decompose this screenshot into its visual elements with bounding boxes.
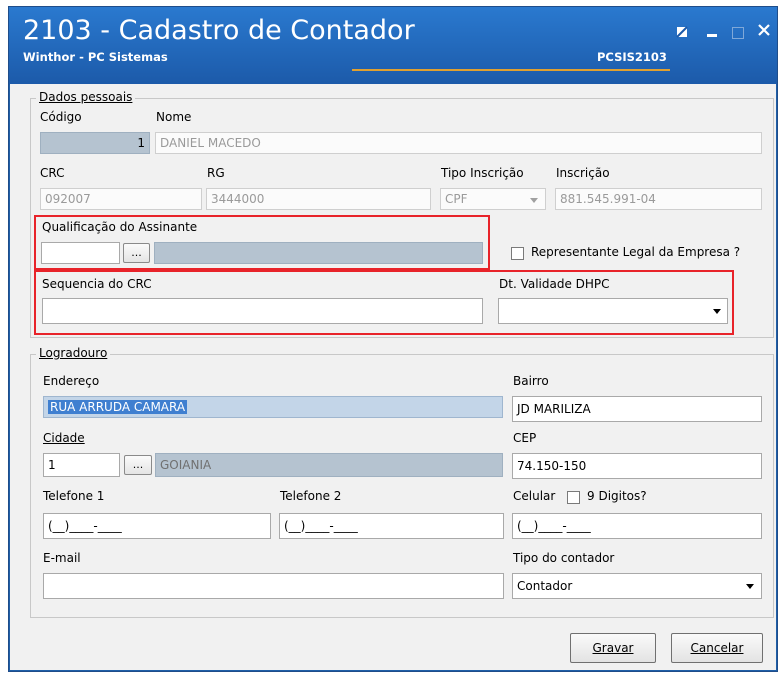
email-field[interactable] xyxy=(43,573,504,599)
close-icon[interactable] xyxy=(757,22,771,38)
endereco-label: Endereço xyxy=(43,374,100,388)
cancelar-label: Cancelar xyxy=(690,641,744,655)
qualificacao-label: Qualificação do Assinante xyxy=(42,220,198,234)
cidade-lookup-button[interactable]: ... xyxy=(124,455,152,475)
cidade-label: Cidade xyxy=(43,431,85,445)
telefone2-label: Telefone 2 xyxy=(280,489,342,503)
inscricao-label: Inscrição xyxy=(556,166,610,180)
chevron-down-icon[interactable] xyxy=(713,309,721,314)
representante-checkbox[interactable] xyxy=(511,247,524,260)
celular-field[interactable]: (__)____-____ xyxy=(512,513,762,539)
representante-label: Representante Legal da Empresa ? xyxy=(531,245,741,259)
gravar-label: Gravar xyxy=(592,641,634,655)
telefone1-field[interactable]: (__)____-____ xyxy=(43,513,271,539)
sequencia-crc-label: Sequencia do CRC xyxy=(42,277,152,291)
gravar-button[interactable]: Gravar xyxy=(570,633,656,663)
tipo-inscricao-value: CPF xyxy=(445,192,468,206)
chevron-down-icon[interactable] xyxy=(530,198,538,203)
dt-validade-select[interactable] xyxy=(498,298,728,324)
cidade-name-field[interactable]: GOIANIA xyxy=(155,453,503,477)
window-subtitle: Winthor - PC Sistemas xyxy=(23,50,168,64)
sequencia-crc-field[interactable] xyxy=(42,298,483,324)
logradouro-legend: Logradouro xyxy=(36,346,111,360)
telefone2-field[interactable]: (__)____-____ xyxy=(279,513,504,539)
celular-label: Celular xyxy=(513,489,556,503)
chevron-down-icon[interactable] xyxy=(746,584,754,589)
codigo-label: Código xyxy=(40,110,82,124)
maximize-icon[interactable] xyxy=(732,27,744,39)
dados-pessoais-legend: Dados pessoais xyxy=(36,90,136,104)
routine-code: PCSIS2103 xyxy=(597,50,667,64)
endereco-field[interactable]: RUA ARRUDA CAMARA xyxy=(43,396,503,418)
crc-label: CRC xyxy=(40,166,65,180)
endereco-value: RUA ARRUDA CAMARA xyxy=(48,400,188,414)
tipo-contador-select[interactable]: Contador xyxy=(512,573,762,599)
cep-field[interactable]: 74.150-150 xyxy=(512,453,762,479)
qualificacao-code-field[interactable] xyxy=(41,242,120,264)
nove-digitos-checkbox[interactable] xyxy=(567,491,580,504)
title-accent-line xyxy=(352,69,670,71)
minimize-icon[interactable] xyxy=(707,34,717,37)
bairro-field[interactable]: JD MARILIZA xyxy=(512,396,762,422)
nome-field[interactable]: DANIEL MACEDO xyxy=(155,132,762,154)
bairro-label: Bairro xyxy=(513,374,549,388)
qualificacao-desc-field[interactable] xyxy=(154,242,483,264)
nove-digitos-label: 9 Digitos? xyxy=(587,489,647,503)
cep-label: CEP xyxy=(513,431,537,445)
tipo-contador-value: Contador xyxy=(517,579,573,593)
codigo-field[interactable]: 1 xyxy=(40,132,150,154)
cancelar-button[interactable]: Cancelar xyxy=(671,633,763,663)
tipo-inscricao-label: Tipo Inscrição xyxy=(441,166,524,180)
qualificacao-lookup-button[interactable]: ... xyxy=(123,243,150,263)
email-label: E-mail xyxy=(43,551,81,565)
telefone1-label: Telefone 1 xyxy=(43,489,105,503)
inscricao-field[interactable]: 881.545.991-04 xyxy=(555,188,762,210)
cidade-code-field[interactable]: 1 xyxy=(43,453,120,477)
restore-icon[interactable] xyxy=(676,26,688,38)
window-title: 2103 - Cadastro de Contador xyxy=(23,15,415,46)
dt-validade-label: Dt. Validade DHPC xyxy=(499,277,610,291)
tipo-contador-label: Tipo do contador xyxy=(513,551,615,565)
rg-field[interactable]: 3444000 xyxy=(206,188,431,210)
crc-field[interactable]: 092007 xyxy=(40,188,202,210)
rg-label: RG xyxy=(207,166,225,180)
nome-label: Nome xyxy=(156,110,192,124)
